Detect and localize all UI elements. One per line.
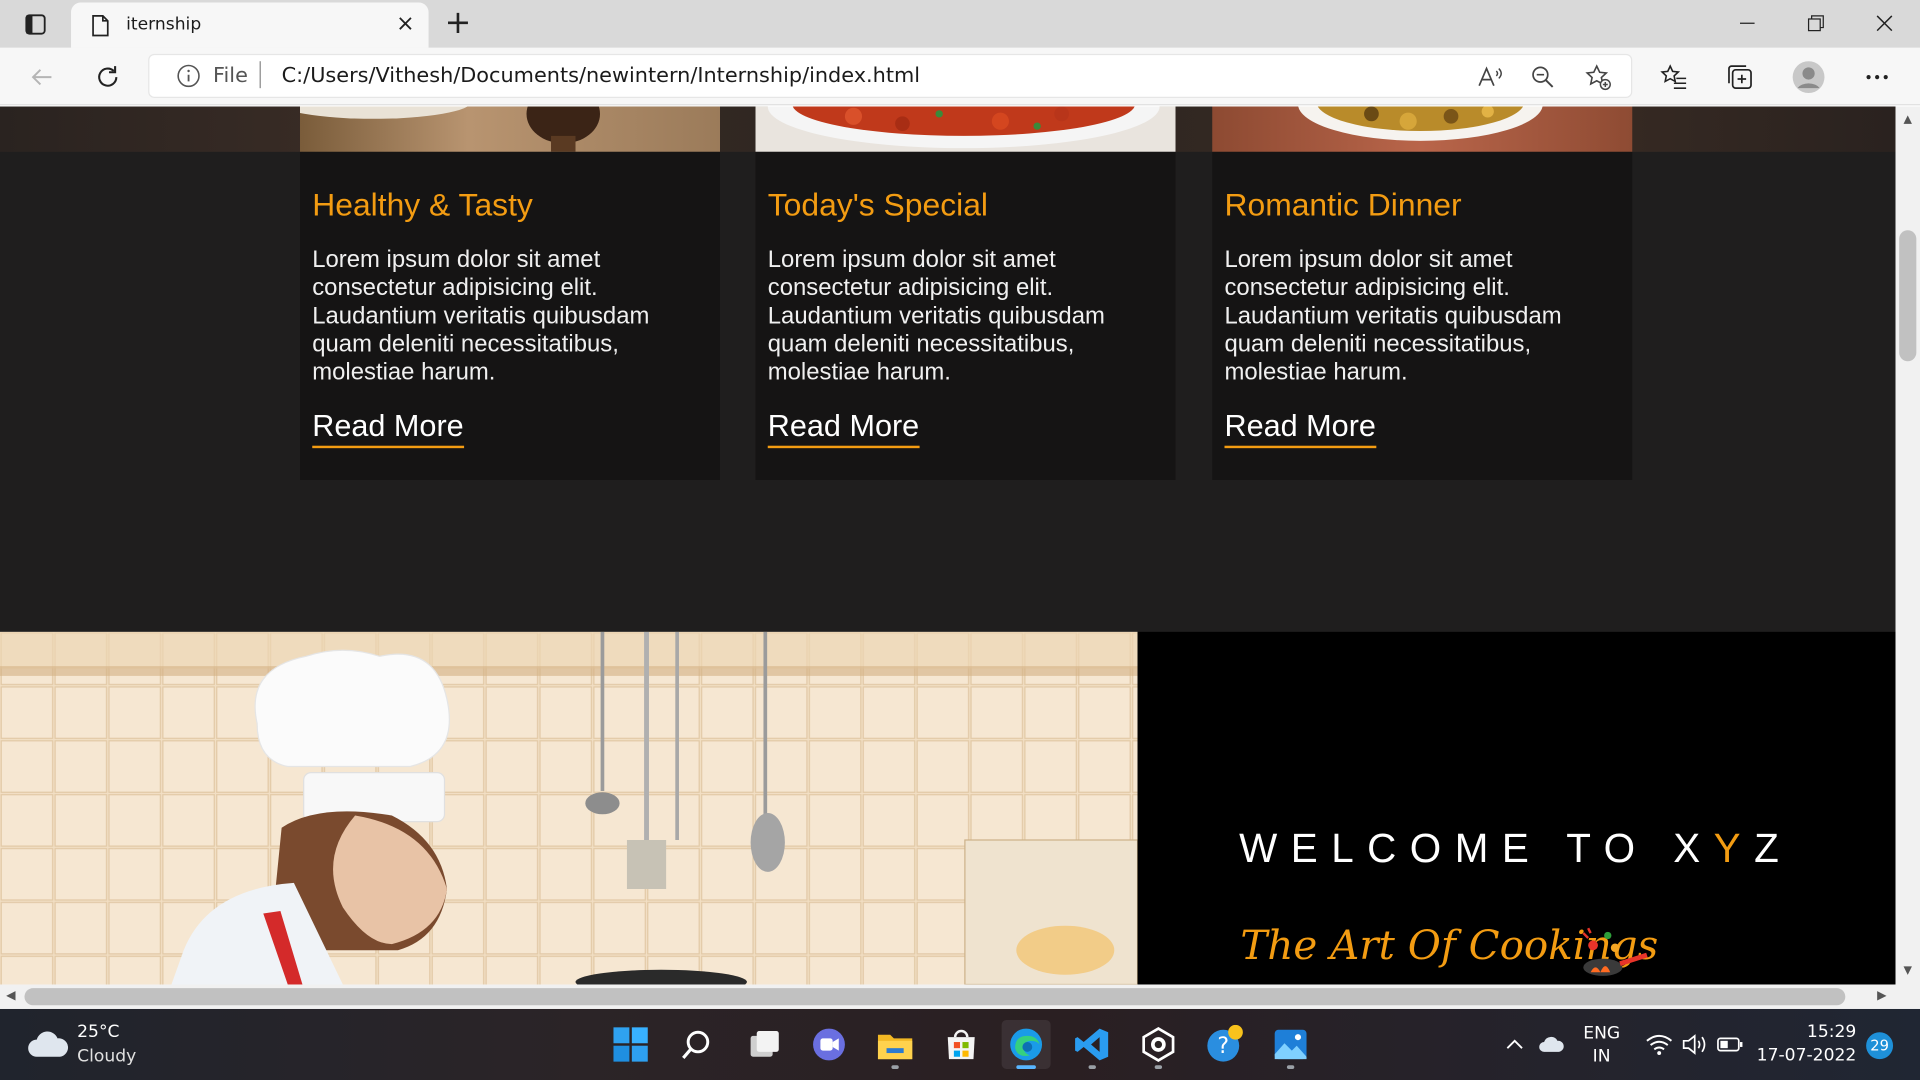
edge-browser-icon[interactable]	[1001, 1020, 1051, 1069]
onedrive-icon[interactable]	[1537, 1030, 1566, 1059]
card-description: Lorem ipsum dolor sit amet consectetur a…	[312, 246, 650, 386]
minimize-icon[interactable]	[1719, 5, 1775, 42]
running-indicator	[1088, 1065, 1096, 1069]
address-bar[interactable]: File C:/Users/Vithesh/Documents/newinter…	[149, 55, 1632, 97]
start-icon[interactable]	[606, 1020, 655, 1069]
vscode-icon[interactable]	[1068, 1020, 1117, 1069]
restore-icon[interactable]	[1788, 5, 1844, 42]
read-aloud-icon[interactable]	[1477, 64, 1504, 91]
task-view-icon[interactable]	[740, 1020, 789, 1069]
taskbar: 25°C Cloudy ? ENG IN 15:29 17-07-2022 29	[0, 1008, 1920, 1080]
card-description: Lorem ipsum dolor sit amet consectetur a…	[767, 246, 1105, 386]
cloud-icon[interactable]	[27, 1030, 69, 1064]
tab-actions-icon[interactable]	[12, 7, 59, 41]
vertical-scroll-thumb[interactable]	[1899, 230, 1917, 362]
card-description: Lorem ipsum dolor sit amet consectetur a…	[1224, 246, 1562, 386]
read-more-link[interactable]: Read More	[767, 409, 920, 449]
read-more-link[interactable]: Read More	[1224, 409, 1376, 449]
chef-image	[0, 631, 1138, 985]
teams-chat-icon[interactable]	[804, 1020, 853, 1069]
wifi-icon[interactable]	[1644, 1030, 1673, 1059]
volume-icon[interactable]	[1680, 1030, 1709, 1059]
photos-icon[interactable]	[1266, 1020, 1315, 1069]
running-indicator	[891, 1065, 899, 1069]
service-card: Healthy & Tasty Lorem ipsum dolor sit am…	[300, 151, 721, 481]
notification-badge[interactable]: 29	[1866, 1032, 1894, 1060]
tab-strip: iternship × +	[0, 0, 1920, 48]
close-window-icon[interactable]	[1856, 5, 1912, 42]
microsoft-store-icon[interactable]	[937, 1020, 986, 1069]
scroll-left-icon[interactable]: ◀	[6, 989, 15, 1004]
service-card: Today's Special Lorem ipsum dolor sit am…	[755, 151, 1176, 481]
running-indicator	[1154, 1065, 1163, 1069]
horizontal-scrollbar[interactable]: ◀ ▶	[0, 984, 1896, 1009]
add-favorite-icon[interactable]	[1584, 64, 1611, 91]
card-title: Romantic Dinner	[1224, 186, 1462, 223]
cooking-pan-icon	[1576, 921, 1649, 985]
welcome-heading: WELCOME TO XYZ	[1239, 825, 1793, 871]
search-icon[interactable]	[672, 1020, 721, 1069]
chevron-up-icon[interactable]	[1500, 1030, 1529, 1059]
vertical-scrollbar[interactable]: ▲ ▼	[1895, 106, 1920, 985]
card-title: Today's Special	[767, 186, 988, 223]
new-tab-icon[interactable]: +	[441, 7, 475, 41]
url-text[interactable]: C:/Users/Vithesh/Documents/newintern/Int…	[282, 64, 920, 88]
collections-icon[interactable]	[1720, 58, 1759, 97]
address-separator	[259, 61, 261, 89]
scrollbar-corner	[1895, 984, 1920, 1009]
read-more-link[interactable]: Read More	[312, 409, 464, 449]
refresh-icon[interactable]	[88, 58, 127, 97]
service-card: Romantic Dinner Lorem ipsum dolor sit am…	[1212, 151, 1633, 481]
clock-time[interactable]: 15:29	[1773, 1022, 1856, 1042]
card-image	[755, 106, 1176, 152]
page-viewport: Healthy & Tasty Lorem ipsum dolor sit am…	[0, 106, 1896, 985]
scroll-right-icon[interactable]: ▶	[1877, 989, 1886, 1004]
more-options-icon[interactable]	[1858, 58, 1897, 97]
horizontal-scroll-thumb[interactable]	[24, 988, 1846, 1006]
github-desktop-icon[interactable]	[1134, 1020, 1183, 1069]
region-indicator[interactable]: IN	[1583, 1047, 1620, 1067]
svg-text:?: ?	[1217, 1034, 1229, 1059]
profile-avatar-icon[interactable]	[1789, 58, 1828, 97]
clock-date[interactable]: 17-07-2022	[1753, 1046, 1857, 1066]
card-title: Healthy & Tasty	[312, 186, 533, 223]
document-icon	[91, 15, 111, 42]
card-image	[1212, 106, 1633, 152]
zoom-out-icon[interactable]	[1529, 64, 1556, 91]
weather-condition[interactable]: Cloudy	[77, 1047, 136, 1067]
battery-icon[interactable]	[1716, 1030, 1745, 1059]
weather-temperature[interactable]: 25°C	[77, 1022, 119, 1042]
card-image	[300, 106, 721, 152]
file-explorer-icon[interactable]	[871, 1020, 920, 1069]
language-indicator[interactable]: ENG	[1583, 1024, 1620, 1044]
running-indicator	[1286, 1065, 1295, 1069]
info-icon[interactable]	[176, 64, 200, 93]
favorites-icon[interactable]	[1654, 58, 1693, 97]
address-scheme-label: File	[213, 63, 248, 89]
about-panel: WELCOME TO XYZ The Art Of Cookings	[1137, 631, 1896, 985]
scroll-down-icon[interactable]: ▼	[1900, 965, 1915, 977]
back-icon[interactable]	[22, 58, 61, 97]
close-tab-icon[interactable]: ×	[394, 13, 416, 35]
browser-toolbar: File C:/Users/Vithesh/Documents/newinter…	[0, 47, 1920, 106]
running-indicator	[1016, 1065, 1036, 1069]
scroll-up-icon[interactable]: ▲	[1900, 114, 1915, 126]
tab-title: iternship	[126, 14, 202, 35]
get-help-icon[interactable]: ?	[1200, 1020, 1249, 1069]
active-tab[interactable]: iternship ×	[71, 2, 429, 48]
